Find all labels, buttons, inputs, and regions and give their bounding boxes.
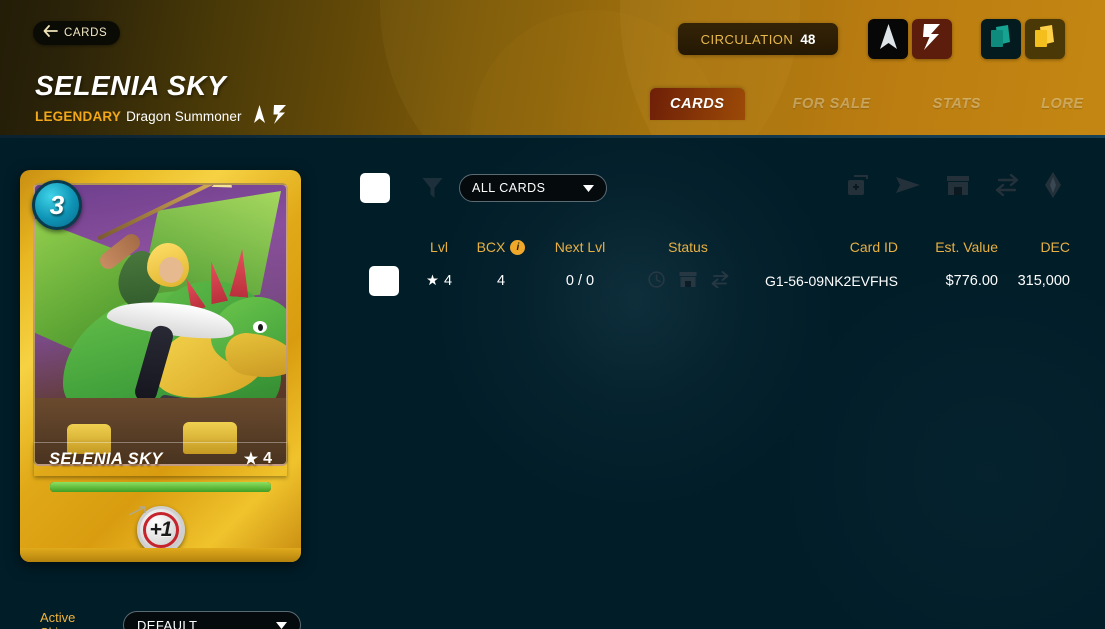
dragon-eye — [253, 321, 267, 333]
active-skin-select[interactable]: DEFAULT — [123, 611, 301, 629]
column-lvl: Lvl — [430, 239, 448, 255]
column-card-id: Card ID — [849, 239, 898, 255]
card-xp-bar — [50, 482, 271, 492]
star-glyph: ★ — [243, 451, 259, 468]
life-element-button[interactable] — [912, 19, 952, 59]
element-buttons — [868, 19, 952, 59]
card-bottom-bar — [20, 548, 301, 562]
column-status: Status — [668, 239, 708, 255]
column-est-value: Est. Value — [935, 239, 998, 255]
row-bcx-value: 4 — [496, 273, 506, 289]
card-set-buttons — [981, 19, 1065, 59]
life-element-icon — [923, 23, 941, 55]
section-tabs: CARDS FOR SALE STATS LORE — [650, 88, 1084, 120]
row-card-id: G1-56-09NK2EVFHS — [764, 273, 898, 289]
table-row[interactable]: ★ 4 4 0 / 0 G1-56-09NK2EVFHS $776.00 315… — [360, 262, 1070, 300]
page-body: 3 SELENIA SKY ★ 4 +1 Active DEFAULT ALL … — [0, 138, 1105, 629]
card-set-button-gold[interactable] — [1025, 19, 1065, 59]
burn-cards-icon[interactable] — [1044, 172, 1062, 203]
card-set-icon-teal — [990, 24, 1012, 54]
rarity-label: LEGENDARY — [35, 108, 122, 124]
tab-cards[interactable]: CARDS — [650, 88, 745, 120]
column-bcx: BCX i — [470, 239, 532, 255]
mana-cost-value: 3 — [49, 189, 65, 220]
row-checkbox-cell — [360, 266, 408, 296]
column-dec: DEC — [1040, 239, 1070, 255]
bcx-info-icon[interactable]: i — [510, 239, 526, 255]
mana-cost-orb: 3 — [32, 180, 82, 230]
row-checkbox[interactable] — [369, 266, 399, 296]
subtitle-element-icons — [252, 105, 287, 127]
ability-arrow-top-left-icon — [128, 503, 148, 516]
cards-table: Lvl BCX i Next Lvl Status Card ID Est. V… — [360, 232, 1070, 300]
cards-filter-select[interactable]: ALL CARDS — [459, 174, 607, 202]
card-subtitle: LEGENDARY Dragon Summoner — [35, 105, 287, 127]
card-xp-bar-fill — [50, 482, 271, 492]
sell-on-market-icon[interactable] — [946, 174, 970, 201]
dragon-element-icon — [252, 105, 267, 127]
tab-stats[interactable]: STATS — [933, 88, 981, 120]
circulation-label: CIRCULATION — [700, 31, 794, 47]
ranged-plus-one-icon[interactable]: +1 — [128, 506, 194, 559]
ability-value: +1 — [149, 518, 173, 541]
circulation-count: 48 — [800, 31, 816, 47]
tab-lore[interactable]: LORE — [1041, 88, 1084, 120]
active-skin-label: Active Skin: — [40, 610, 76, 629]
row-lvl-value: 4 — [443, 273, 453, 289]
chevron-down-icon — [583, 179, 594, 197]
dragon-element-button[interactable] — [868, 19, 908, 59]
dragon-element-icon — [879, 23, 898, 55]
card-name-label: SELENIA SKY — [49, 449, 163, 468]
bulk-action-icons — [846, 172, 1062, 203]
combine-cards-icon[interactable] — [846, 173, 870, 202]
filter-funnel-icon[interactable] — [419, 175, 445, 201]
market-shop-icon[interactable] — [679, 271, 697, 292]
column-next-lvl: Next Lvl — [554, 239, 606, 255]
back-to-cards-button[interactable]: CARDS — [33, 21, 121, 45]
cards-list-pane: ALL CARDS Lvl BCX i Next Lvl Status Card… — [360, 170, 1070, 296]
rider-face — [159, 257, 183, 283]
card-name-banner: SELENIA SKY ★ 4 — [34, 442, 287, 476]
row-star-icon: ★ — [425, 273, 439, 289]
back-button-label: CARDS — [64, 27, 108, 39]
trade-cards-icon[interactable] — [995, 173, 1019, 201]
tab-for-sale[interactable]: FOR SALE — [793, 88, 871, 120]
transfer-cards-icon[interactable] — [895, 175, 921, 200]
row-est-value: $776.00 — [945, 273, 998, 289]
filter-toolbar: ALL CARDS — [360, 170, 1070, 206]
star-level-value: 4 — [263, 450, 272, 467]
row-dec-value: 315,000 — [1017, 273, 1070, 289]
page-title: SELENIA SKY — [35, 70, 227, 101]
cooldown-clock-icon[interactable] — [647, 270, 665, 292]
card-set-button-teal[interactable] — [981, 19, 1021, 59]
table-header-row: Lvl BCX i Next Lvl Status Card ID Est. V… — [360, 232, 1070, 262]
active-skin-row: Active Skin: DEFAULT — [40, 610, 301, 629]
row-lvl-cell: ★ 4 — [408, 273, 470, 289]
life-element-icon — [273, 105, 287, 127]
select-all-checkbox[interactable] — [360, 173, 390, 203]
chevron-down-icon — [276, 616, 287, 629]
row-status-cell — [628, 270, 748, 292]
card-set-icon-gold — [1034, 24, 1056, 54]
active-skin-value: DEFAULT — [137, 617, 198, 629]
card-subtype-label: Dragon Summoner — [126, 108, 242, 124]
page-header: CARDS SELENIA SKY LEGENDARY Dragon Summo… — [0, 0, 1105, 138]
trade-swap-icon[interactable] — [711, 270, 729, 292]
card-star-level: ★ 4 — [244, 449, 272, 469]
card-artwork[interactable]: 3 SELENIA SKY ★ 4 +1 — [20, 170, 301, 562]
card-preview-pane: 3 SELENIA SKY ★ 4 +1 Active DEFAULT — [20, 170, 301, 629]
cards-filter-value: ALL CARDS — [472, 181, 546, 195]
row-next-lvl-value: 0 / 0 — [565, 273, 595, 289]
circulation-badge[interactable]: CIRCULATION 48 — [678, 23, 838, 55]
back-arrow-icon — [43, 24, 58, 42]
column-bcx-label: BCX — [476, 239, 506, 255]
